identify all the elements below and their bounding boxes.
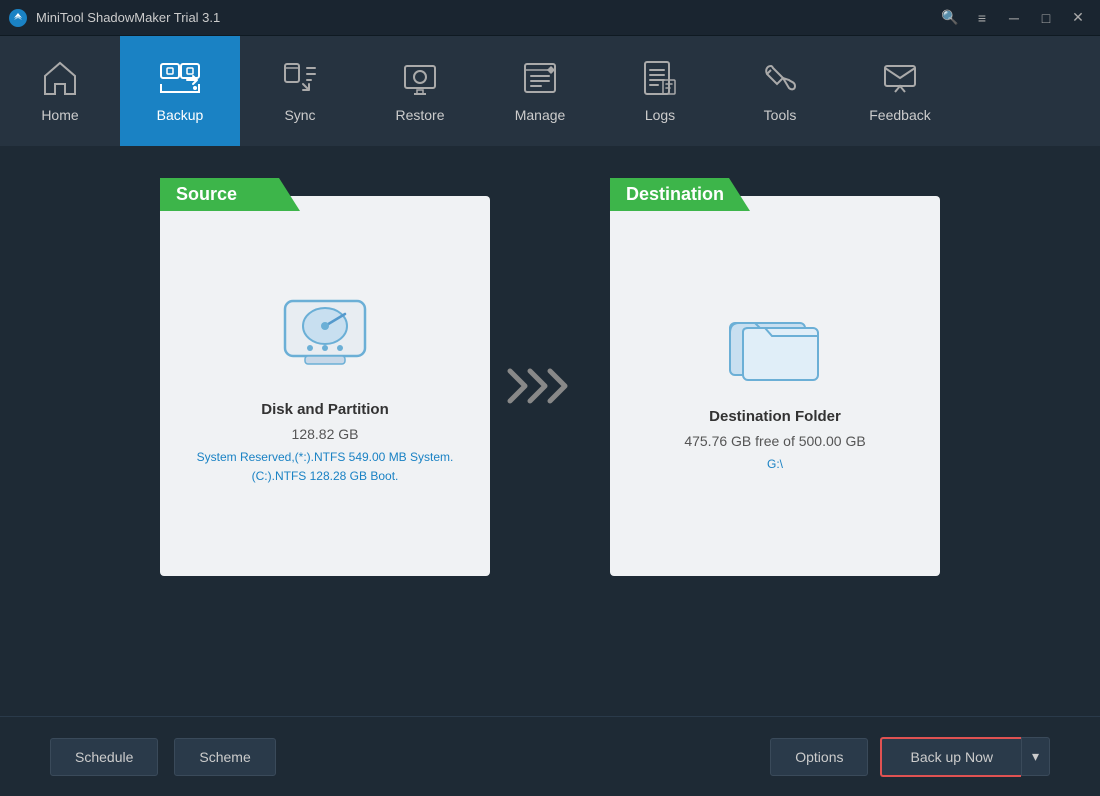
destination-title: Destination Folder: [709, 408, 841, 425]
navbar: Home Backup Sync: [0, 36, 1100, 146]
nav-tools-label: Tools: [764, 107, 797, 123]
titlebar-controls: 🔍 ≡ ─ □ ✕: [936, 6, 1092, 30]
manage-icon: [521, 60, 559, 101]
source-detail: System Reserved,(*:).NTFS 549.00 MB Syst…: [197, 448, 454, 486]
nav-home-label: Home: [41, 107, 78, 123]
menu-button[interactable]: ≡: [968, 6, 996, 30]
backup-dropdown-button[interactable]: ▾: [1021, 737, 1050, 776]
sync-icon: [281, 60, 319, 101]
destination-card[interactable]: Destination Folder 475.76 GB free of 500…: [610, 196, 940, 576]
source-disk-icon: [270, 286, 380, 381]
nav-backup-label: Backup: [157, 107, 204, 123]
search-button[interactable]: 🔍: [936, 6, 964, 30]
destination-wrapper: Destination Destination Folder 475.76 GB…: [610, 196, 940, 576]
source-size: 128.82 GB: [292, 426, 359, 442]
source-title: Disk and Partition: [261, 401, 389, 418]
bottom-left-buttons: Schedule Scheme: [50, 738, 276, 776]
nav-backup[interactable]: Backup: [120, 36, 240, 146]
scheme-button[interactable]: Scheme: [174, 738, 275, 776]
destination-header-text: Destination: [626, 184, 724, 204]
source-header: Source: [160, 178, 300, 211]
nav-restore[interactable]: Restore: [360, 36, 480, 146]
feedback-icon: [881, 60, 919, 101]
destination-free: 475.76 GB free of 500.00 GB: [684, 433, 865, 449]
home-icon: [41, 60, 79, 101]
logs-icon: [641, 60, 679, 101]
nav-restore-label: Restore: [395, 107, 444, 123]
options-button[interactable]: Options: [770, 738, 868, 776]
chevron-down-icon: ▾: [1032, 748, 1039, 764]
nav-sync[interactable]: Sync: [240, 36, 360, 146]
source-card[interactable]: Disk and Partition 128.82 GB System Rese…: [160, 196, 490, 576]
cards-row: Source: [60, 196, 1040, 576]
nav-feedback-label: Feedback: [869, 107, 930, 123]
nav-manage[interactable]: Manage: [480, 36, 600, 146]
nav-sync-label: Sync: [284, 107, 315, 123]
source-header-text: Source: [176, 184, 237, 204]
titlebar: MiniTool ShadowMaker Trial 3.1 🔍 ≡ ─ □ ✕: [0, 0, 1100, 36]
backup-now-button[interactable]: Back up Now: [880, 737, 1020, 777]
source-wrapper: Source: [160, 196, 490, 576]
nav-logs[interactable]: Logs: [600, 36, 720, 146]
titlebar-title-text: MiniTool ShadowMaker Trial 3.1: [36, 10, 220, 25]
restore-icon: [401, 60, 439, 101]
nav-logs-label: Logs: [645, 107, 675, 123]
bottombar: Schedule Scheme Options Back up Now ▾: [0, 716, 1100, 796]
minimize-button[interactable]: ─: [1000, 6, 1028, 30]
titlebar-left: MiniTool ShadowMaker Trial 3.1: [8, 8, 220, 28]
maximize-button[interactable]: □: [1032, 6, 1060, 30]
backup-icon: [159, 60, 201, 101]
nav-tools[interactable]: Tools: [720, 36, 840, 146]
nav-manage-label: Manage: [515, 107, 566, 123]
arrow-area: [490, 361, 610, 411]
app-logo-icon: [8, 8, 28, 28]
main-content: Source: [0, 146, 1100, 716]
destination-header: Destination: [610, 178, 750, 211]
destination-folder-icon: [725, 298, 825, 388]
nav-feedback[interactable]: Feedback: [840, 36, 960, 146]
close-button[interactable]: ✕: [1064, 6, 1092, 30]
tools-icon: [761, 60, 799, 101]
schedule-button[interactable]: Schedule: [50, 738, 158, 776]
bottom-right-buttons: Options Back up Now ▾: [770, 737, 1050, 777]
destination-path: G:\: [767, 455, 783, 474]
nav-home[interactable]: Home: [0, 36, 120, 146]
